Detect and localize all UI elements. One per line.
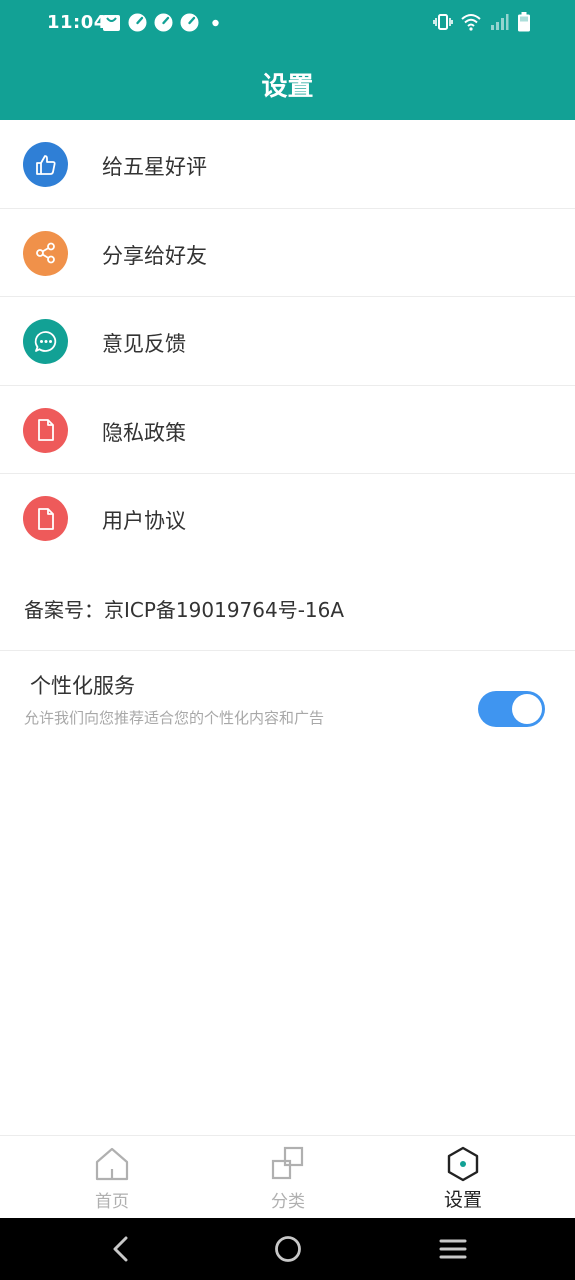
menu-item-label: 分享给好友 [102, 243, 207, 268]
share-icon [23, 230, 68, 276]
menu-item-share[interactable]: 分享给好友 [0, 209, 575, 297]
divider [0, 650, 575, 651]
menu-icon[interactable] [436, 1232, 470, 1266]
personalization-toggle[interactable] [478, 691, 545, 727]
battery-icon [517, 12, 531, 36]
speedometer-icon [128, 13, 147, 36]
document-icon [23, 407, 68, 453]
speedometer-icon [154, 13, 173, 36]
app-header: 设置 [0, 48, 575, 120]
system-nav-bar [0, 1218, 575, 1280]
menu-item-label: 隐私政策 [102, 420, 186, 445]
menu-item-privacy[interactable]: 隐私政策 [0, 386, 575, 474]
status-time: 11:04 [47, 12, 107, 33]
menu-item-agreement[interactable]: 用户协议 [0, 474, 575, 563]
status-bar: 11:04 [0, 0, 575, 48]
thumbs-up-icon [23, 142, 68, 187]
vibrate-icon [433, 12, 453, 36]
menu-item-label: 意见反馈 [102, 332, 186, 356]
menu-item-label: 给五星好评 [102, 155, 207, 179]
settings-hex-icon [445, 1146, 481, 1182]
home-circle-icon[interactable] [271, 1232, 305, 1266]
menu-item-label: 用户协议 [102, 509, 186, 533]
wifi-icon [461, 13, 481, 35]
shopping-bag-icon [102, 13, 121, 36]
home-icon [94, 1146, 130, 1182]
dot-icon [206, 13, 225, 36]
speedometer-icon [180, 13, 199, 36]
document-icon [23, 496, 68, 541]
tab-home[interactable]: 首页 [42, 1136, 182, 1219]
personalization-title: 个性化服务 [30, 674, 135, 698]
tab-label: 首页 [95, 1192, 129, 1212]
settings-menu: 给五星好评 分享给好友 意见反馈 隐私政策 用户协议 [0, 120, 575, 563]
bottom-tab-bar: 首页 分类 设置 [0, 1135, 575, 1218]
tab-category[interactable]: 分类 [218, 1136, 358, 1219]
tab-label: 分类 [271, 1192, 305, 1212]
back-icon[interactable] [104, 1232, 138, 1266]
tab-label: 设置 [443, 1189, 482, 1211]
menu-item-rate[interactable]: 给五星好评 [0, 120, 575, 209]
menu-item-feedback[interactable]: 意见反馈 [0, 297, 575, 386]
system-icons [433, 12, 531, 36]
icp-record: 备案号：京ICP备19019764号-16A [24, 598, 345, 622]
signal-icon [489, 13, 509, 35]
toggle-knob [512, 694, 542, 724]
tab-settings[interactable]: 设置 [393, 1136, 533, 1219]
chat-icon [23, 319, 68, 364]
page-title: 设置 [261, 72, 314, 102]
personalization-description: 允许我们向您推荐适合您的个性化内容和广告 [24, 709, 325, 727]
category-icon [270, 1146, 306, 1182]
notification-icons [102, 13, 225, 36]
